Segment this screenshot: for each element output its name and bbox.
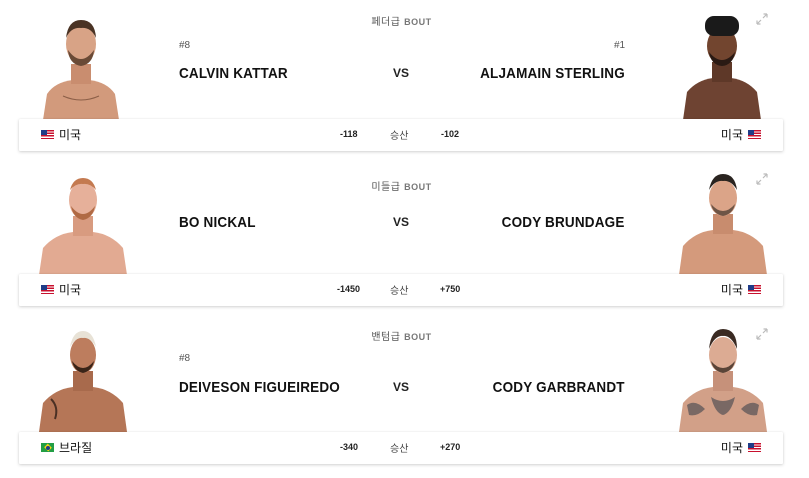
expand-arrows-icon[interactable] [755,172,769,186]
odds-label: 승산 [390,286,409,297]
fighter-name-blue[interactable]: CODY GARBRANDT [493,379,625,396]
us-flag-icon [748,130,761,139]
weight-class-label: 페더급 BOUT [371,17,432,28]
brazil-flag-icon [41,443,54,452]
fight-info-bar: 브라질 -340 승산 +270 미국 [19,432,783,464]
expand-arrows-icon[interactable] [755,12,769,26]
fighter-photo-red[interactable] [33,170,133,275]
fighter-photo-red[interactable] [33,12,129,120]
fighter-country-red: 미국 [41,281,81,298]
odds-red: -1450 [337,284,361,294]
weight-class-label: 밴텀급 BOUT [371,332,432,343]
fight-card-3[interactable]: 밴텀급 BOUT #8 DEIVESON FIGUEIREDO VS CODY … [19,315,784,475]
fighter-name-red[interactable]: DEIVESON FIGUEIREDO [179,379,340,396]
fighter-name-red[interactable]: CALVIN KATTAR [179,65,288,82]
fighter-name-red[interactable]: BO NICKAL [179,214,256,231]
us-flag-icon [748,443,761,452]
vs-label: VS [393,66,410,80]
vs-label: VS [393,215,410,229]
fighter-country-blue: 미국 [721,126,761,143]
expand-arrows-icon[interactable] [755,327,769,341]
fighter-name-blue[interactable]: CODY BRUNDAGE [502,214,625,231]
fighter-rank-blue: #1 [614,40,626,51]
odds-blue: -102 [441,129,460,139]
fighter-rank-red: #8 [179,353,191,364]
weight-class-label: 미들급 BOUT [371,182,432,193]
fighter-photo-blue[interactable] [677,12,767,120]
fight-card-2[interactable]: 미들급 BOUT BO NICKAL VS CODY BRUNDAGE 미국 -… [19,160,784,315]
fighter-country-blue: 미국 [721,439,761,456]
us-flag-icon [748,285,761,294]
fight-card-1[interactable]: 페더급 BOUT #8 CALVIN KATTAR VS #1 ALJAMAIN… [19,0,784,160]
fighter-rank-red: #8 [179,40,191,51]
fighter-photo-blue[interactable] [675,327,771,432]
odds-label: 승산 [390,131,409,142]
fighter-country-red: 브라질 [41,439,92,456]
odds-blue: +750 [440,284,461,294]
vs-label: VS [393,380,410,394]
odds-red: -340 [340,442,359,452]
fighter-name-blue[interactable]: ALJAMAIN STERLING [480,65,625,82]
fight-info-bar: 미국 -118 승산 -102 미국 [19,119,783,151]
us-flag-icon [41,285,54,294]
odds-blue: +270 [440,442,461,452]
fighter-country-red: 미국 [41,126,81,143]
us-flag-icon [41,130,54,139]
fight-info-bar: 미국 -1450 승산 +750 미국 [19,274,783,306]
odds-red: -118 [340,129,358,139]
fighter-country-blue: 미국 [721,281,761,298]
odds-label: 승산 [390,444,409,455]
fighter-photo-red[interactable] [33,327,133,432]
